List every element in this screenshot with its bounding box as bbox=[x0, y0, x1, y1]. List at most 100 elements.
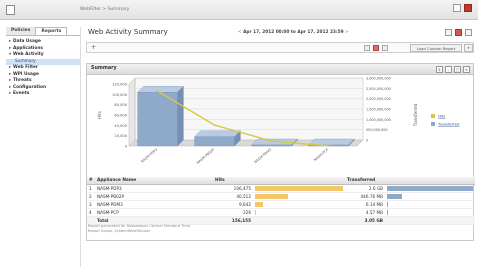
bar-side bbox=[177, 85, 184, 147]
column-header-index[interactable]: # bbox=[87, 177, 95, 185]
y-tick-label: 40,000 bbox=[114, 124, 127, 128]
bar-top bbox=[137, 86, 184, 93]
add-filter-button[interactable]: + bbox=[91, 44, 96, 51]
minimize-icon[interactable] bbox=[453, 4, 461, 12]
transferred-bar-cell bbox=[385, 184, 476, 193]
hits-bar-cell bbox=[253, 184, 345, 193]
transferred-bar bbox=[387, 209, 388, 215]
row-index: 1 bbox=[87, 184, 95, 193]
y2-tick-label: 500,000,000 bbox=[366, 128, 388, 132]
x-tick-label: NASM-PDM3 bbox=[254, 148, 273, 165]
point-hits bbox=[213, 124, 216, 127]
hits-bar bbox=[255, 185, 343, 191]
hits-value: 106,475 bbox=[213, 184, 253, 193]
prev-period-button[interactable]: < bbox=[238, 30, 242, 35]
transferred-value: 4.57 MB bbox=[345, 208, 385, 217]
row-index: 2 bbox=[87, 192, 95, 201]
x-tick-label: NASM-PCP bbox=[313, 148, 329, 162]
y-tick-label: 0 bbox=[125, 145, 128, 149]
sidebar-item-label: Web Filter bbox=[13, 65, 39, 70]
total-transferred-spacer bbox=[385, 215, 476, 225]
sidebar-item-label: Configuration bbox=[13, 84, 47, 90]
total-transferred: 3.05 GB bbox=[345, 215, 385, 225]
y2-tick-label: 2,500,000,000 bbox=[366, 87, 391, 91]
row-index: 3 bbox=[87, 200, 95, 209]
transferred-value: 6.14 MB bbox=[345, 200, 385, 209]
column-header-hits[interactable]: Hits bbox=[213, 177, 345, 185]
report-main: Web Activity Summary < Apr 17, 2012 00:0… bbox=[86, 27, 476, 267]
clear-filter-icon[interactable] bbox=[373, 45, 379, 51]
table-row[interactable]: 1 NASM-PDP3 106,475 2.6 GB bbox=[87, 184, 476, 193]
transferred-value: 446.76 MB bbox=[345, 192, 385, 201]
legend-swatch-transferred bbox=[431, 122, 435, 126]
sidebar-item-label: WPI Usage bbox=[13, 71, 39, 77]
chart-side-wall bbox=[128, 77, 136, 147]
report-header: Web Activity Summary < Apr 17, 2012 00:0… bbox=[86, 27, 474, 39]
sidebar-item-label: Data Usage bbox=[13, 39, 41, 44]
pdf-export-icon[interactable] bbox=[455, 29, 462, 36]
sidebar-item-events[interactable]: ▸ Events bbox=[6, 91, 80, 98]
load-report-dropdown[interactable]: ▾ bbox=[464, 44, 473, 52]
column-header-transferred[interactable]: Transferred bbox=[345, 177, 476, 185]
row-index: 4 bbox=[87, 208, 95, 217]
hits-value: 226 bbox=[213, 208, 253, 217]
transferred-bar-cell bbox=[385, 192, 476, 201]
column-header-appliance-name[interactable]: Appliance Name bbox=[95, 177, 213, 185]
point-hits bbox=[270, 140, 273, 143]
sidebar-item-label: Threats bbox=[13, 78, 32, 83]
legend-swatch-hits bbox=[431, 114, 435, 118]
apply-filter-icon[interactable] bbox=[364, 45, 370, 51]
load-custom-report-button[interactable]: Load Custom Report bbox=[410, 44, 462, 52]
transferred-value: 2.6 GB bbox=[345, 184, 385, 193]
transferred-bar-cell bbox=[385, 208, 476, 217]
y-tick-label: 80,000 bbox=[114, 103, 127, 107]
hits-bar-cell bbox=[253, 208, 345, 217]
calendar-icon[interactable] bbox=[445, 29, 452, 36]
date-range-label: Apr 17, 2012 00:00 to Apr 17, 2012 23:59 bbox=[243, 30, 344, 35]
next-period-button[interactable]: > bbox=[345, 30, 349, 35]
print-icon[interactable] bbox=[465, 29, 472, 36]
transferred-bar bbox=[387, 201, 388, 207]
total-spacer bbox=[87, 215, 95, 225]
table-header-row: # Appliance Name Hits Transferred bbox=[87, 177, 476, 185]
minimize-panel-icon[interactable]: – bbox=[445, 66, 452, 73]
transferred-bar bbox=[387, 185, 473, 191]
tab-reports[interactable]: Reports bbox=[35, 27, 68, 35]
close-icon[interactable] bbox=[464, 4, 472, 12]
summary-table: # Appliance Name Hits Transferred 1 NASM-… bbox=[87, 177, 476, 225]
bar-transferred bbox=[194, 136, 235, 147]
appliance-name: NASM-PDP3 bbox=[95, 184, 213, 193]
window-controls bbox=[453, 4, 472, 12]
appliance-name: NASM-PCP bbox=[95, 208, 213, 217]
hits-bar bbox=[255, 193, 289, 199]
date-range: < Apr 17, 2012 00:00 to Apr 17, 2012 23:… bbox=[238, 30, 349, 35]
panel-controls: $ – □ × bbox=[436, 66, 470, 73]
y-tick-label: 100,000 bbox=[112, 93, 128, 97]
tab-policies[interactable]: Policies bbox=[6, 27, 36, 35]
report-note: Report Scope: SystemWide\Sbuser bbox=[88, 229, 151, 233]
table-row[interactable]: 4 NASM-PCP 226 4.57 MB bbox=[87, 208, 476, 217]
breadcrumb: WebFilter > Summary bbox=[80, 7, 130, 12]
close-panel-icon[interactable]: × bbox=[463, 66, 470, 73]
chart-svg: 0 20,000 40,000 60,000 80,000 100,000 120,000 0… bbox=[97, 77, 460, 165]
transferred-bar-cell bbox=[385, 200, 476, 209]
legend-label-hits: Hits bbox=[438, 114, 445, 119]
maximize-panel-icon[interactable]: □ bbox=[454, 66, 461, 73]
table-row[interactable]: 2 NASM-PB02P 40,512 446.76 MB bbox=[87, 192, 476, 201]
report-notes: Report generated for Netsweeper Central … bbox=[88, 224, 190, 234]
hits-bar bbox=[255, 209, 256, 215]
save-filter-icon[interactable] bbox=[382, 45, 388, 51]
appliance-name: NASM-PDM3 bbox=[95, 200, 213, 209]
y-axis-label: Hits bbox=[97, 111, 102, 119]
table-row[interactable]: 3 NASM-PDM3 9,642 6.14 MB bbox=[87, 200, 476, 209]
summary-chart: 0 20,000 40,000 60,000 80,000 100,000 120,000 0… bbox=[87, 76, 475, 174]
chart-type-icon[interactable]: $ bbox=[436, 66, 443, 73]
total-label: Total bbox=[95, 215, 213, 225]
y2-tick-label: 2,000,000,000 bbox=[366, 97, 391, 101]
table-total-row: Total 156,155 3.05 GB bbox=[87, 215, 476, 225]
y2-tick-label: 1,500,000,000 bbox=[366, 108, 391, 112]
sidebar: Policies Reports ▸ Data Usage ▸ Applicatio… bbox=[6, 27, 81, 267]
y-tick-label: 120,000 bbox=[112, 83, 128, 87]
sidebar-tabs: Policies Reports bbox=[6, 27, 80, 36]
hits-bar-cell bbox=[253, 200, 345, 209]
